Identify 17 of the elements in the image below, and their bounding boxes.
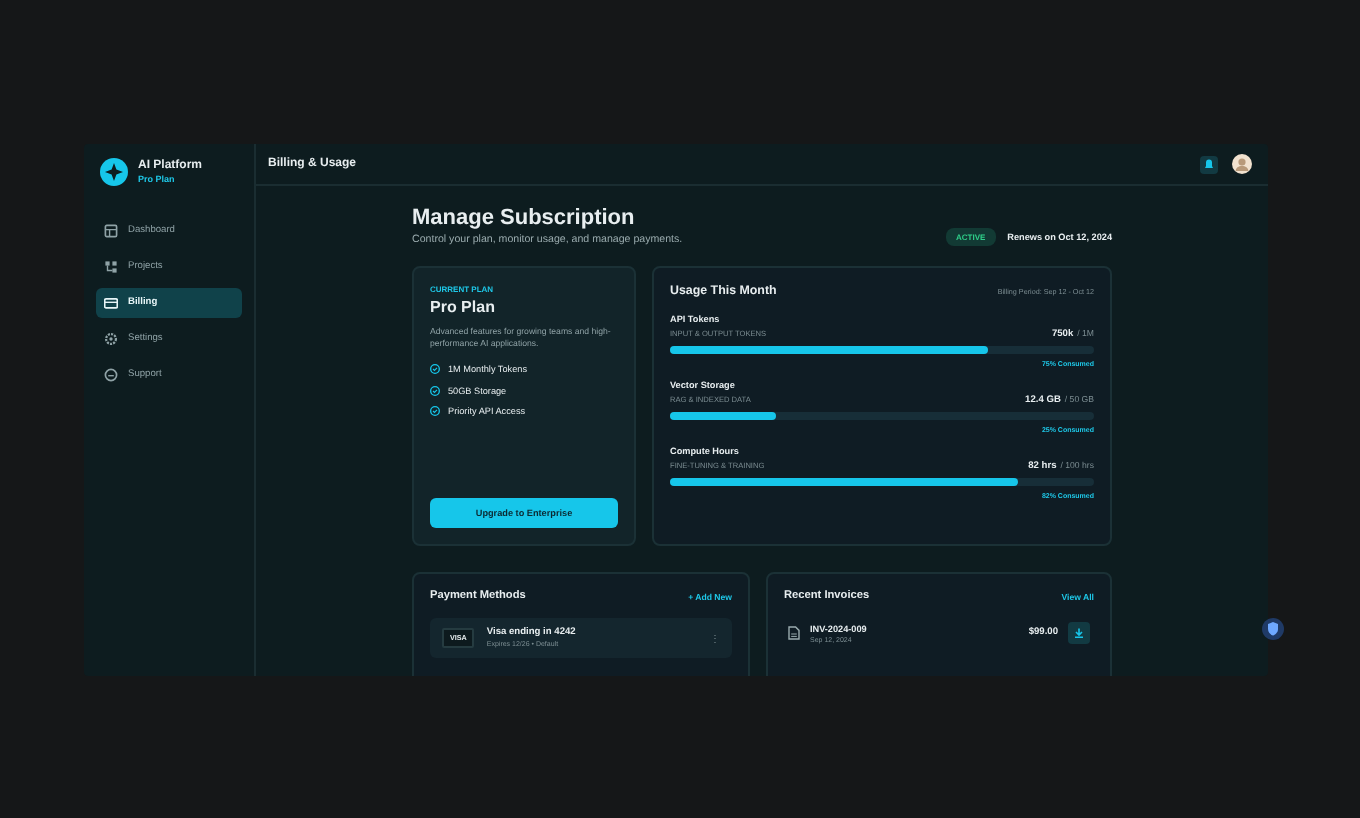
notification-button[interactable] (1200, 155, 1218, 173)
avatar-icon[interactable] (1232, 154, 1252, 174)
bell-icon (1204, 158, 1214, 170)
nodes-icon (104, 260, 118, 274)
check-icon (430, 364, 440, 374)
shield-icon[interactable] (1262, 618, 1284, 640)
check-icon (430, 406, 440, 416)
card-icon (104, 296, 118, 310)
check-icon (430, 385, 440, 395)
layout-icon (104, 224, 118, 238)
document-icon (788, 626, 800, 640)
gear-icon (104, 332, 118, 346)
download-button[interactable] (1068, 622, 1090, 644)
download-icon (1074, 628, 1084, 638)
plan-name: Pro Plan (430, 298, 497, 316)
logo-icon (100, 158, 128, 186)
page-title: Manage Subscription (412, 206, 637, 230)
